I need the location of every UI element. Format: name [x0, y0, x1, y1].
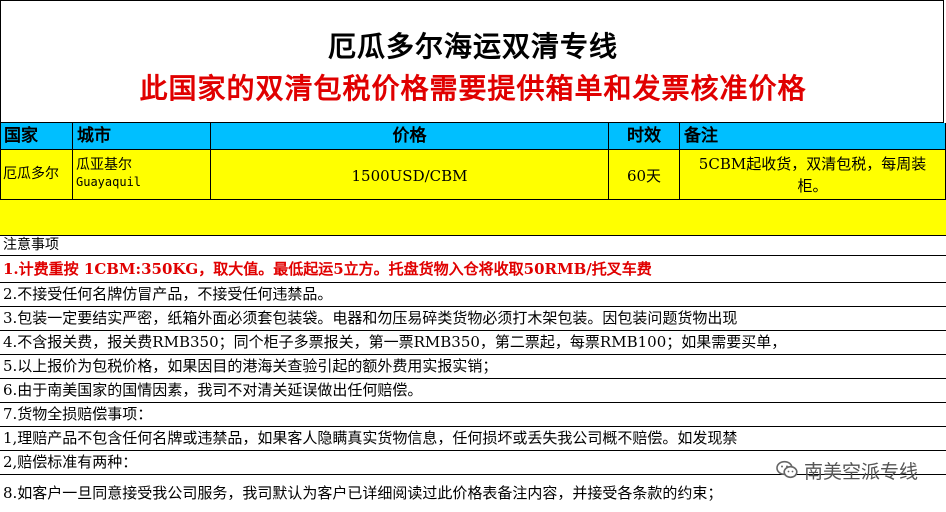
page-subtitle: 此国家的双清包税价格需要提供箱单和发票核准价格 — [139, 72, 807, 105]
note-item: 4.不含报关费，报关费RMB350；同个柜子多票报关，第一票RMB350，第二票… — [0, 331, 946, 355]
note-item: 6.由于南美国家的国情因素，我司不对清关延误做出任何赔偿。 — [0, 379, 946, 403]
watermark: 南美空派专线 — [776, 456, 918, 484]
cell-city-en: Guayaquil — [76, 175, 142, 189]
table-row: 厄瓜多尔 瓜亚基尔 Guayaquil 1500USD/CBM 60天 5CBM… — [0, 150, 946, 200]
wechat-icon — [776, 460, 798, 480]
cell-country: 厄瓜多尔 — [0, 150, 73, 200]
header-remark: 备注 — [680, 123, 946, 150]
note-item: 5.以上报价为包税价格，如果因目的港海关查验引起的额外费用实报实销； — [0, 355, 946, 379]
note-item: 1,理赔产品不包含任何名牌或违禁品，如果客人隐瞒真实货物信息，任何损坏或丢失我公… — [0, 427, 946, 451]
note-item: 2.不接受任何名牌仿冒产品，不接受任何违禁品。 — [0, 283, 946, 307]
note-item: 1.计费重按 1CBM:350KG，取大值。最低起运5立方。托盘货物入仓将收取5… — [0, 256, 946, 283]
note-item: 7.货物全损赔偿事项： — [0, 403, 946, 427]
note-item: 3.包装一定要结实严密，纸箱外面必须套包装袋。电器和勿压易碎类货物必须打木架包装… — [0, 307, 946, 331]
header-price: 价格 — [211, 123, 609, 150]
watermark-text: 南美空派专线 — [803, 460, 918, 483]
page-title: 厄瓜多尔海运双清专线 — [327, 30, 618, 63]
cell-price: 1500USD/CBM — [211, 150, 609, 200]
header-country: 国家 — [0, 123, 73, 150]
header-time: 时效 — [609, 123, 680, 150]
header-city: 城市 — [73, 123, 211, 150]
cell-city: 瓜亚基尔 Guayaquil — [73, 150, 211, 200]
cell-remark: 5CBM起收货，双清包税，每周装柜。 — [680, 150, 946, 200]
notes-title: 注意事项 — [0, 236, 946, 256]
title-block: 厄瓜多尔海运双清专线 此国家的双清包税价格需要提供箱单和发票核准价格 — [0, 0, 944, 123]
cell-city-cn: 瓜亚基尔 — [76, 157, 132, 173]
cell-time: 60天 — [609, 150, 680, 200]
price-sheet: 厄瓜多尔海运双清专线 此国家的双清包税价格需要提供箱单和发票核准价格 国家 城市… — [0, 0, 946, 512]
blank-row — [0, 200, 946, 236]
table-header-row: 国家 城市 价格 时效 备注 — [0, 123, 946, 150]
